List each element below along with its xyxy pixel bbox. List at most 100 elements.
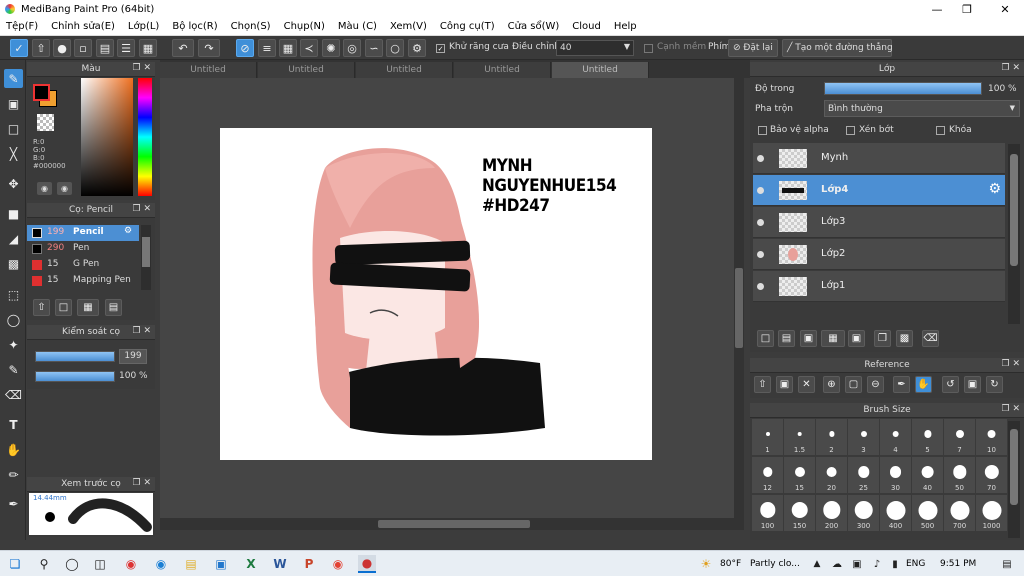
brush-size-option[interactable]: 5 — [912, 419, 943, 455]
tab-untitled-3[interactable]: Untitled — [356, 62, 453, 78]
brush-size-option[interactable]: 30 — [880, 457, 911, 493]
parallel-snap-icon[interactable]: ≡ — [258, 39, 276, 57]
eyedropper-icon[interactable]: ✒ — [893, 376, 910, 393]
redo-icon[interactable]: ↷ — [198, 39, 220, 57]
palette-icon[interactable]: ◉ — [37, 182, 52, 195]
brush-size-option[interactable]: 150 — [784, 495, 815, 531]
layer-row-lop1[interactable]: Lớp1 — [753, 271, 1005, 302]
maximize-button[interactable]: ❐ — [950, 0, 984, 18]
fit-screen-icon[interactable]: ▢ — [845, 376, 862, 393]
layer-list-scrollbar[interactable] — [1008, 144, 1020, 324]
panel-close-icon[interactable]: ❐ ✕ — [1002, 359, 1020, 369]
reset-button[interactable]: ⊘ Đặt lại — [728, 39, 778, 57]
cortana-icon[interactable]: ◯ — [63, 555, 81, 573]
menu-view[interactable]: Xem(V) — [390, 21, 427, 32]
language-indicator[interactable]: ENG — [906, 559, 925, 569]
brush-tool-icon[interactable]: ✎ — [4, 69, 23, 88]
tab-untitled-5[interactable]: Untitled — [552, 62, 649, 78]
panel-close-icon[interactable]: ❐ ✕ — [133, 478, 151, 488]
desktop-app-icon[interactable]: ▣ — [212, 555, 230, 573]
windows-start-icon[interactable]: ❏ — [6, 555, 24, 573]
clock[interactable]: 9:51 PM — [940, 559, 976, 569]
layer-opacity-slider[interactable] — [824, 82, 982, 95]
layer-row-lop3[interactable]: Lớp3 — [753, 207, 1005, 238]
correction-select[interactable]: 40 ▼ — [556, 40, 634, 56]
perspective-snap-icon[interactable]: ≺ — [300, 39, 318, 57]
minimize-button[interactable]: — — [920, 0, 954, 18]
circle-snap-icon[interactable]: ○ — [386, 39, 404, 57]
reference-close-icon[interactable]: ✕ — [798, 376, 815, 393]
delete-layer-icon[interactable]: ⌫ — [922, 330, 939, 347]
brush-properties-icon[interactable]: ▤ — [105, 299, 122, 316]
color-history-icon[interactable]: ◉ — [57, 182, 72, 195]
brush-opacity-slider[interactable] — [35, 371, 115, 382]
curve-snap-icon[interactable]: ∽ — [365, 39, 383, 57]
merge-layer-icon[interactable]: ▩ — [896, 330, 913, 347]
duplicate-layer-icon[interactable]: ❐ — [874, 330, 891, 347]
pipette-tool-icon[interactable]: ✒ — [4, 494, 23, 513]
reference-open-icon[interactable]: ▣ — [776, 376, 793, 393]
brush-item-pencil[interactable]: 199 Pencil ⚙ — [27, 225, 139, 241]
brush-item-pen[interactable]: 290 Pen — [27, 241, 139, 257]
chevron-up-icon[interactable]: ▲ — [808, 555, 826, 573]
eye-icon[interactable] — [757, 251, 764, 258]
brush-item-g-pen[interactable]: 15 G Pen — [27, 257, 139, 273]
foreground-color-swatch[interactable] — [33, 84, 50, 101]
transparent-color-swatch[interactable] — [37, 114, 54, 131]
rect-select-tool-icon[interactable]: ⬚ — [4, 285, 23, 304]
excel-icon[interactable]: X — [242, 555, 260, 573]
soft-edge-checkbox[interactable] — [644, 44, 653, 53]
drawing-canvas[interactable]: MYNH NGUYENHUE154 #HD247 — [220, 128, 652, 460]
lasso-tool-icon[interactable]: ◯ — [4, 310, 23, 329]
concentric-snap-icon[interactable]: ◎ — [343, 39, 361, 57]
tab-untitled-4[interactable]: Untitled — [454, 62, 551, 78]
radial-snap-icon[interactable]: ✺ — [322, 39, 340, 57]
lock-checkbox[interactable] — [936, 126, 945, 135]
menu-edit[interactable]: Chỉnh sửa(E) — [51, 21, 115, 32]
word-icon[interactable]: W — [271, 555, 289, 573]
clipping-checkbox[interactable] — [846, 126, 855, 135]
no-snap-icon[interactable]: ⊘ — [236, 39, 254, 57]
brush-item-mapping-pen[interactable]: 15 Mapping Pen — [27, 273, 139, 289]
blend-mode-select[interactable]: Bình thường ▼ — [824, 100, 1020, 117]
menu-color[interactable]: Màu (C) — [338, 21, 377, 32]
eraser-tool-icon[interactable]: ▣ — [4, 94, 23, 113]
brush-size-option[interactable]: 1.5 — [784, 419, 815, 455]
panel-close-icon[interactable]: ❐ ✕ — [133, 63, 151, 73]
brush-size-option[interactable]: 50 — [944, 457, 975, 493]
brush-size-option[interactable]: 7 — [944, 419, 975, 455]
network-icon[interactable]: ▣ — [848, 555, 866, 573]
line-tool-icon[interactable]: ╳ — [4, 144, 23, 163]
tab-untitled-2[interactable]: Untitled — [258, 62, 355, 78]
task-view-icon[interactable]: ◫ — [91, 555, 109, 573]
text-tool-icon[interactable]: T — [4, 415, 23, 434]
hand-icon[interactable]: ✋ — [915, 376, 932, 393]
brush-size-option[interactable]: 1000 — [976, 495, 1007, 531]
eye-icon[interactable] — [757, 219, 764, 226]
horizontal-scrollbar[interactable] — [160, 518, 744, 530]
brush-size-value[interactable]: 199 — [119, 349, 147, 364]
upload-icon[interactable]: ⇧ — [32, 39, 50, 57]
folder-icon[interactable]: ▣ — [848, 330, 865, 347]
layer-settings-icon[interactable]: ⚙ — [988, 181, 1001, 197]
brush-size-option[interactable]: 500 — [912, 495, 943, 531]
panel-close-icon[interactable]: ❐ ✕ — [1002, 63, 1020, 73]
menu-filter[interactable]: Bộ lọc(R) — [172, 21, 217, 32]
close-window-button[interactable]: ✕ — [988, 0, 1022, 18]
layer-row-lop2[interactable]: Lớp2 — [753, 239, 1005, 270]
brush-size-option[interactable]: 2 — [816, 419, 847, 455]
brush-menu-icon[interactable]: ▦ — [77, 299, 99, 316]
new-halftone-layer-icon[interactable]: ▤ — [778, 330, 795, 347]
rotate-icon[interactable]: ↺ — [942, 376, 959, 393]
menu-select[interactable]: Chọn(S) — [231, 21, 271, 32]
shape-tool-icon[interactable]: □ — [4, 119, 23, 138]
file-explorer-icon[interactable]: ▤ — [182, 555, 200, 573]
snap-settings-icon[interactable]: ⚙ — [408, 39, 426, 57]
notification-icon[interactable]: ▤ — [998, 555, 1016, 573]
magic-wand-tool-icon[interactable]: ✦ — [4, 335, 23, 354]
brush-size-slider[interactable] — [35, 351, 115, 362]
new-layer-icon[interactable]: □ — [757, 330, 774, 347]
brush-size-option[interactable]: 70 — [976, 457, 1007, 493]
menu-window[interactable]: Cửa sổ(W) — [508, 21, 560, 32]
brush-settings-icon[interactable]: ⚙ — [124, 226, 132, 236]
